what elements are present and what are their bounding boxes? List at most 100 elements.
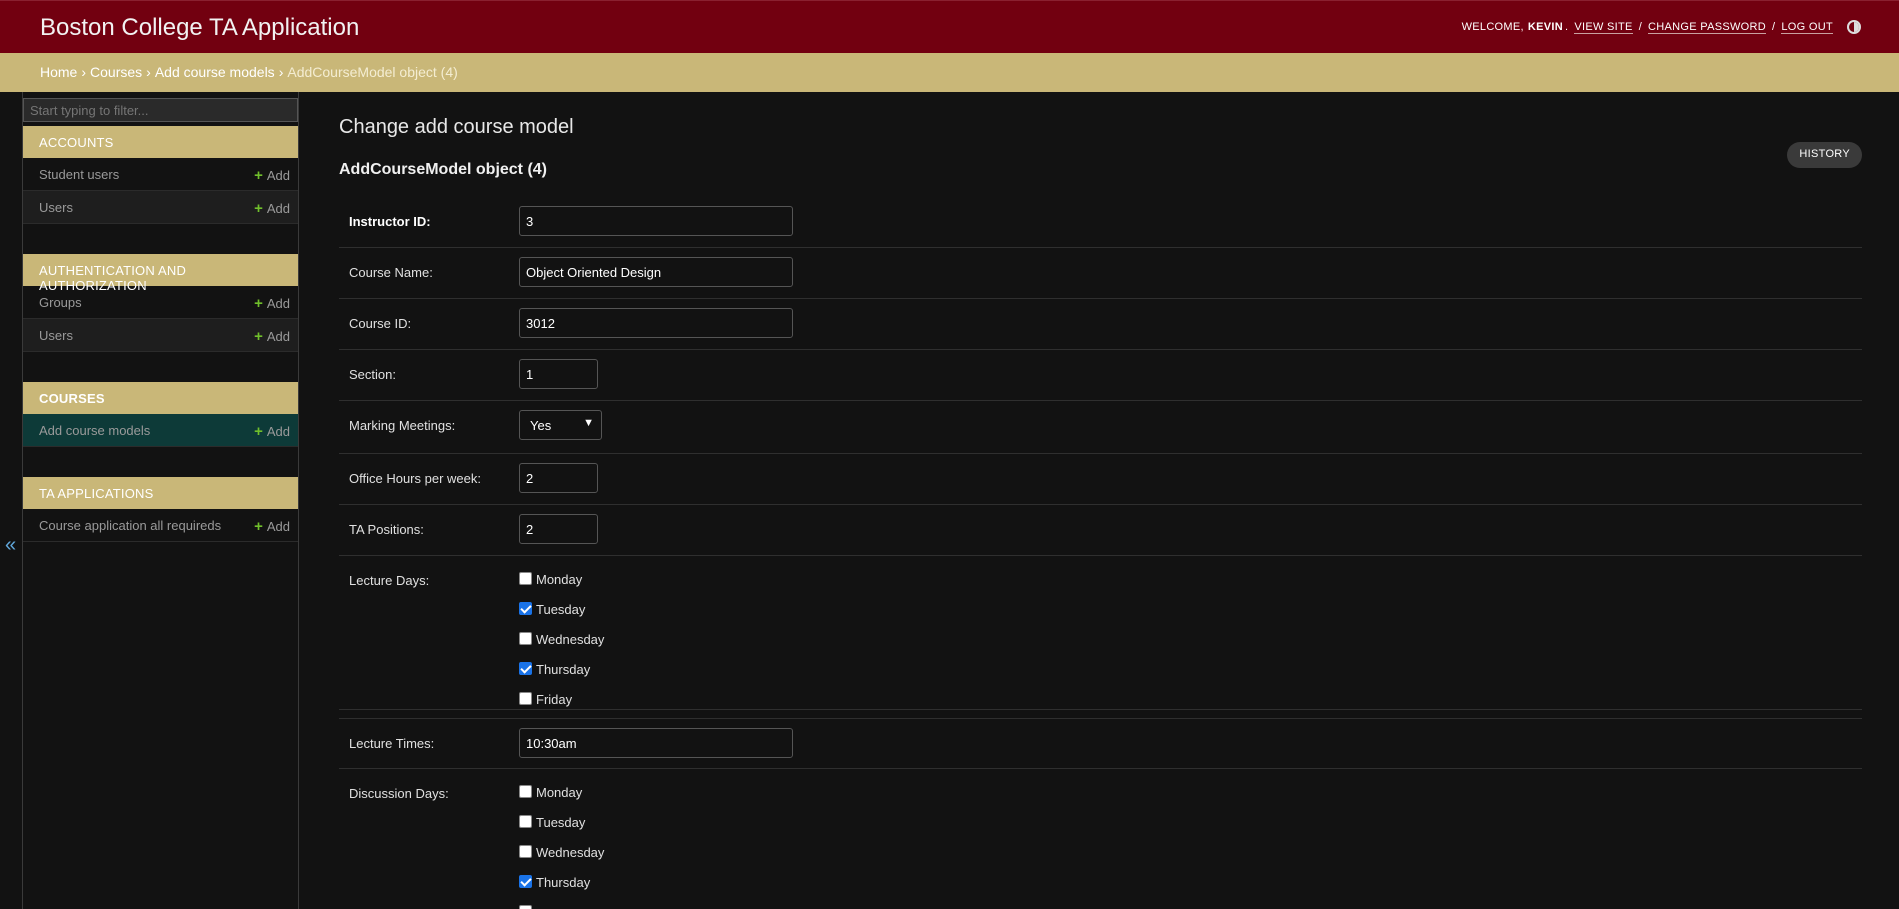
username: Kevin xyxy=(1527,21,1563,33)
chevron-down-icon: ▼ xyxy=(583,417,594,429)
welcome-text: Welcome, xyxy=(1461,21,1524,33)
checkbox[interactable] xyxy=(519,632,532,645)
instructor-id-field[interactable] xyxy=(519,206,793,236)
section-field[interactable] xyxy=(519,359,598,389)
checkbox[interactable] xyxy=(519,815,532,828)
module-ta-applications: TA Applications Course application all r… xyxy=(23,477,298,542)
change-password-link[interactable]: Change password xyxy=(1648,21,1767,34)
breadcrumb-home[interactable]: Home xyxy=(40,64,77,80)
site-branding[interactable]: Boston College TA Application xyxy=(40,14,359,42)
form-row-section: Section: xyxy=(339,350,1862,401)
sidebar-item-course-application[interactable]: Course application all requireds + Add xyxy=(23,509,298,542)
page-title: Change add course model xyxy=(339,116,574,138)
course-name-field[interactable] xyxy=(519,257,793,287)
checkbox-label[interactable]: Tuesday xyxy=(536,602,585,617)
breadcrumb: Home › Courses › Add course models › AddCourse… xyxy=(0,53,1899,92)
add-student-users-button[interactable]: + Add xyxy=(254,167,290,184)
marking-meetings-select[interactable]: Yes ▼ xyxy=(519,410,602,440)
course-id-field[interactable] xyxy=(519,308,793,338)
breadcrumb-model[interactable]: Add course models xyxy=(155,64,275,80)
discussion-day-monday[interactable]: Monday xyxy=(519,785,604,815)
checkbox-label[interactable]: Wednesday xyxy=(536,845,604,860)
nav-filter-input[interactable] xyxy=(23,98,298,122)
sidebar-item-users[interactable]: Users + Add xyxy=(23,191,298,224)
form-row-marking-meetings: Marking Meetings: Yes ▼ xyxy=(339,401,1862,454)
lecture-day-wednesday[interactable]: Wednesday xyxy=(519,632,604,662)
module-caption-courses[interactable]: Courses xyxy=(23,382,298,414)
discussion-day-partial[interactable] xyxy=(519,905,604,909)
checkbox-checked[interactable] xyxy=(519,602,532,615)
sidebar-item-label[interactable]: Users xyxy=(39,200,73,215)
discussion-day-tuesday[interactable]: Tuesday xyxy=(519,815,604,845)
checkbox[interactable] xyxy=(519,572,532,585)
user-tools: Welcome, Kevin. View site / Change passw… xyxy=(1462,20,1861,34)
collapse-sidebar-icon[interactable]: « xyxy=(5,534,16,557)
course-id-label: Course ID: xyxy=(349,316,412,331)
add-label: Add xyxy=(266,201,290,216)
course-name-label: Course Name: xyxy=(349,265,433,280)
add-icon: + xyxy=(254,423,263,440)
lecture-day-monday[interactable]: Monday xyxy=(519,572,604,602)
discussion-day-wednesday[interactable]: Wednesday xyxy=(519,845,604,875)
sidebar-item-student-users[interactable]: Student users + Add xyxy=(23,158,298,191)
checkbox-label[interactable]: Tuesday xyxy=(536,815,585,830)
sidebar-item-label[interactable]: Users xyxy=(39,328,73,343)
sidebar-item-label[interactable]: Course application all requireds xyxy=(39,518,221,533)
checkbox-label[interactable]: Thursday xyxy=(536,662,590,677)
lecture-day-thursday[interactable]: Thursday xyxy=(519,662,604,692)
checkbox-label[interactable]: Friday xyxy=(536,692,572,707)
lecture-days-label: Lecture Days: xyxy=(349,573,430,588)
module-caption-ta-applications[interactable]: TA Applications xyxy=(23,477,298,509)
checkbox-label[interactable]: Monday xyxy=(536,785,582,800)
checkbox-label[interactable]: Thursday xyxy=(536,875,590,890)
checkbox-checked[interactable] xyxy=(519,662,532,675)
user-tools-separator: / xyxy=(1772,21,1776,33)
module-accounts: Accounts Student users + Add Users + Add xyxy=(23,126,298,224)
section-label: Section: xyxy=(349,367,396,382)
checkbox[interactable] xyxy=(519,692,532,705)
add-users-button[interactable]: + Add xyxy=(254,200,290,217)
add-course-models-button[interactable]: + Add xyxy=(254,423,290,440)
sidebar-item-auth-users[interactable]: Users + Add xyxy=(23,319,298,352)
checkbox[interactable] xyxy=(519,785,532,798)
add-label: Add xyxy=(266,329,290,344)
add-label: Add xyxy=(266,296,290,311)
checkbox-checked[interactable] xyxy=(519,875,532,888)
marking-meetings-selected: Yes xyxy=(530,418,552,433)
form-row-course-id: Course ID: xyxy=(339,299,1862,350)
add-course-application-button[interactable]: + Add xyxy=(254,518,290,535)
site-header: Boston College TA Application Welcome, K… xyxy=(0,0,1899,53)
office-hours-field[interactable] xyxy=(519,463,598,493)
sidebar-item-label[interactable]: Groups xyxy=(39,295,82,310)
history-button[interactable]: History xyxy=(1787,142,1862,168)
view-site-link[interactable]: View site xyxy=(1574,21,1633,34)
lecture-times-field[interactable] xyxy=(519,728,793,758)
checkbox-label[interactable]: Wednesday xyxy=(536,632,604,647)
log-out-link[interactable]: Log out xyxy=(1781,21,1833,34)
module-caption-accounts[interactable]: Accounts xyxy=(23,126,298,158)
form-row-course-name: Course Name: xyxy=(339,248,1862,299)
ta-positions-field[interactable] xyxy=(519,514,598,544)
checkbox-label[interactable]: Monday xyxy=(536,572,582,587)
nav-sidebar: Accounts Student users +Add Users +Add A… xyxy=(22,92,299,909)
add-label: Add xyxy=(266,424,290,439)
lecture-days-checkbox-list: Monday Tuesday Wednesday Thursday Friday xyxy=(519,572,604,722)
form-row-office-hours: Office Hours per week: xyxy=(339,454,1862,505)
add-auth-users-button[interactable]: + Add xyxy=(254,328,290,345)
add-icon: + xyxy=(254,328,263,345)
checkbox[interactable] xyxy=(519,845,532,858)
module-auth: Authentication and Authorization Groups … xyxy=(23,254,298,352)
checkbox[interactable] xyxy=(519,905,532,909)
add-groups-button[interactable]: + Add xyxy=(254,295,290,312)
sidebar-item-label[interactable]: Student users xyxy=(39,167,119,182)
theme-toggle-icon[interactable] xyxy=(1847,20,1861,34)
breadcrumb-app[interactable]: Courses xyxy=(90,64,142,80)
module-caption-auth[interactable]: Authentication and Authorization xyxy=(23,254,298,293)
sidebar-item-label[interactable]: Add course models xyxy=(39,423,150,438)
sidebar-item-groups[interactable]: Groups + Add xyxy=(23,286,298,319)
user-tools-period: . xyxy=(1565,21,1569,33)
lecture-day-tuesday[interactable]: Tuesday xyxy=(519,602,604,632)
discussion-day-thursday[interactable]: Thursday xyxy=(519,875,604,905)
sidebar-item-add-course-models[interactable]: Add course models + Add xyxy=(23,414,298,447)
instructor-id-label: Instructor ID: xyxy=(349,214,431,229)
